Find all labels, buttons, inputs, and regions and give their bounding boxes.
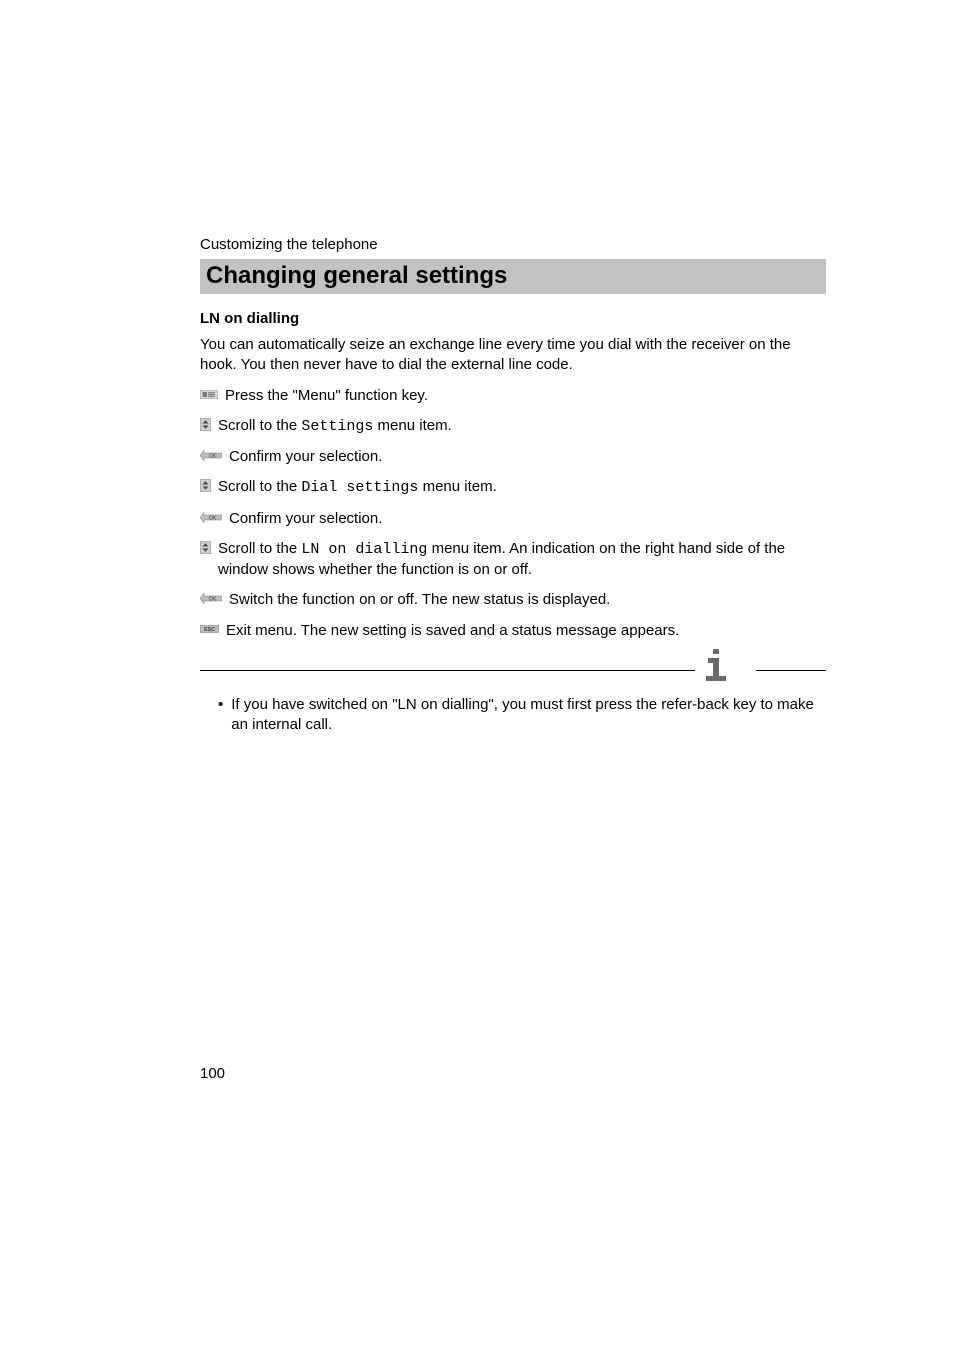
ok-key-icon: OK [200, 510, 222, 525]
step: OK Confirm your selection. [200, 447, 826, 467]
step-text-fragment: Switch the function on or off. The new s… [229, 591, 610, 608]
esc-key-icon: ESC [200, 622, 219, 637]
step-text: Press the "Menu" function key. [225, 386, 428, 406]
step-text: Scroll to the Settings menu item. [218, 416, 452, 437]
section-title: Changing general settings [200, 259, 826, 294]
scroll-key-icon [200, 540, 211, 555]
scroll-key-icon [200, 417, 211, 432]
step-text: Confirm your selection. [229, 509, 382, 529]
svg-text:OK: OK [209, 515, 217, 521]
steps-list: Press the "Menu" function key. Scroll to… [200, 386, 826, 641]
step: ESC Exit menu. The new setting is saved … [200, 621, 826, 641]
svg-text:OK: OK [209, 454, 217, 460]
step-text-fragment: Exit menu. The new setting is saved and … [226, 622, 679, 639]
step-text-fragment: menu item. [373, 417, 451, 434]
notes-list: •If you have switched on "LN on dialling… [200, 695, 826, 736]
step-text-fragment: Press the "Menu" function key. [225, 387, 428, 404]
page-number: 100 [200, 1065, 225, 1082]
svg-text:ESC: ESC [204, 627, 215, 633]
scroll-key-icon [200, 478, 211, 493]
sub-title: LN on dialling [200, 310, 826, 327]
info-icon [702, 649, 730, 681]
menu-key-icon [200, 387, 218, 402]
step-text-fragment: Confirm your selection. [229, 448, 382, 465]
info-divider [200, 651, 826, 683]
menu-item-name: Dial settings [301, 479, 418, 496]
step: OK Confirm your selection. [200, 509, 826, 529]
note-text: If you have switched on "LN on dialling"… [231, 695, 826, 736]
step-text: Scroll to the LN on dialling menu item. … [218, 539, 826, 581]
bullet-icon: • [218, 695, 223, 736]
step: Scroll to the LN on dialling menu item. … [200, 539, 826, 581]
menu-item-name: Settings [301, 418, 373, 435]
step-text-fragment: Scroll to the [218, 540, 301, 557]
note-item: •If you have switched on "LN on dialling… [218, 695, 826, 736]
running-head: Customizing the telephone [200, 236, 826, 253]
step-text-fragment: menu item. [418, 478, 496, 495]
step-text: Scroll to the Dial settings menu item. [218, 477, 497, 498]
intro-paragraph: You can automatically seize an exchange … [200, 335, 826, 376]
step-text: Confirm your selection. [229, 447, 382, 467]
step: Scroll to the Dial settings menu item. [200, 477, 826, 498]
page: Customizing the telephone Changing gener… [0, 0, 954, 1350]
menu-item-name: LN on dialling [301, 541, 427, 558]
svg-text:OK: OK [209, 597, 217, 603]
step: Scroll to the Settings menu item. [200, 416, 826, 437]
ok-key-icon: OK [200, 448, 222, 463]
ok-key-icon: OK [200, 591, 222, 606]
step: OK Switch the function on or off. The ne… [200, 590, 826, 610]
step: Press the "Menu" function key. [200, 386, 826, 406]
step-text: Exit menu. The new setting is saved and … [226, 621, 679, 641]
step-text: Switch the function on or off. The new s… [229, 590, 610, 610]
step-text-fragment: Confirm your selection. [229, 510, 382, 527]
step-text-fragment: Scroll to the [218, 478, 301, 495]
step-text-fragment: Scroll to the [218, 417, 301, 434]
